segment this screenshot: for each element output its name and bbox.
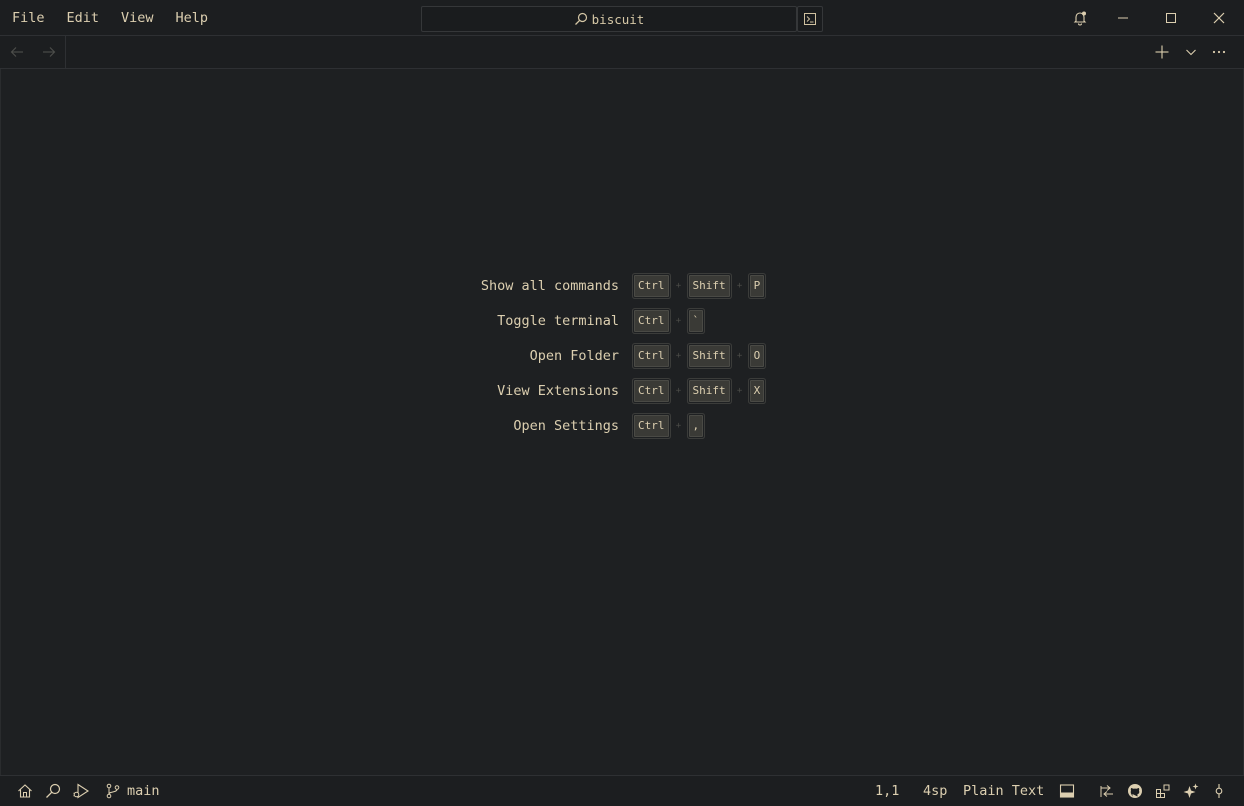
forward-button[interactable] [33,36,65,68]
toggle-panel-button[interactable] [1053,776,1081,806]
close-button[interactable] [1196,0,1242,36]
shortcut-label: Show all commands [480,277,619,294]
key-plus: + [675,280,682,291]
diff-button[interactable] [1093,776,1121,806]
shortcut-label: Toggle terminal [497,312,619,329]
shortcut-keys: Ctrl + ` [634,309,704,332]
shortcut-label: View Extensions [497,382,619,399]
key-plus: + [675,420,682,431]
notifications-button[interactable] [1057,0,1103,36]
minimize-icon [1117,12,1129,24]
shortcut-row-open-settings[interactable]: Open Settings Ctrl + , [0,408,1244,443]
shortcut-label: Open Settings [513,417,619,434]
arrow-left-icon [9,44,25,60]
key-plus: + [736,280,743,291]
github-button[interactable] [1121,776,1149,806]
key-cap: Ctrl [634,344,669,367]
tab-bar [0,36,1244,69]
status-bar: main 1,1 4sp Plain Text [0,775,1244,806]
sparkle-icon [1183,783,1199,799]
key-cap: ` [688,309,704,332]
new-tab-button[interactable] [1148,36,1176,68]
key-cap: Shift [688,379,730,402]
run-debug-button[interactable] [67,776,95,806]
search-text: biscuit [591,11,645,27]
key-cap: Ctrl [634,309,669,332]
key-cap: Ctrl [634,274,669,297]
back-button[interactable] [1,36,33,68]
commit-button[interactable] [1205,776,1233,806]
close-icon [1213,12,1225,24]
diff-arrows-icon [1099,783,1115,799]
command-search-bar[interactable]: biscuit [421,6,797,32]
nav-separator [65,36,66,68]
maximize-icon [1165,12,1177,24]
terminal-button[interactable] [797,6,823,32]
shortcut-keys: Ctrl + Shift + O [634,344,765,367]
indentation[interactable]: 4sp [923,776,947,806]
title-bar: File Edit View Help biscuit [0,0,1244,36]
search-button[interactable] [39,776,67,806]
plus-icon [1154,44,1170,60]
home-icon [17,783,33,799]
ellipsis-icon [1212,50,1226,54]
key-cap: , [688,414,704,437]
shortcut-row-view-extensions[interactable]: View Extensions Ctrl + Shift + X [0,373,1244,408]
chevron-down-icon [1185,46,1197,58]
key-cap: P [749,274,765,297]
shortcut-keys: Ctrl + Shift + X [634,379,765,402]
tab-list-button[interactable] [1177,36,1205,68]
run-debug-icon [72,783,90,799]
shortcut-row-open-folder[interactable]: Open Folder Ctrl + Shift + O [0,338,1244,373]
shortcut-label: Open Folder [529,347,619,364]
terminal-icon [803,12,817,26]
menu-view[interactable]: View [110,0,165,36]
key-cap: O [749,344,765,367]
shortcut-row-toggle-terminal[interactable]: Toggle terminal Ctrl + ` [0,303,1244,338]
panel-icon [1059,783,1075,799]
extensions-icon [1155,783,1171,799]
key-cap: X [749,379,765,402]
menu-file[interactable]: File [0,0,56,36]
menu-bar: File Edit View Help [0,0,219,36]
key-cap: Shift [688,344,730,367]
shortcut-keys: Ctrl + , [634,414,704,437]
menu-edit[interactable]: Edit [56,0,111,36]
branch-name[interactable]: main [127,776,160,806]
shortcut-keys: Ctrl + Shift + P [634,274,765,297]
ai-assistant-button[interactable] [1177,776,1205,806]
search-icon [45,783,61,799]
menu-help[interactable]: Help [165,0,220,36]
key-cap: Shift [688,274,730,297]
home-button[interactable] [11,776,39,806]
language-mode[interactable]: Plain Text [963,776,1044,806]
bell-icon [1072,10,1088,26]
key-plus: + [675,350,682,361]
search-icon [574,12,592,26]
git-commit-icon [1211,783,1227,799]
minimize-button[interactable] [1100,0,1146,36]
cursor-position[interactable]: 1,1 [875,776,899,806]
shortcut-row-show-commands[interactable]: Show all commands Ctrl + Shift + P [0,268,1244,303]
key-cap: Ctrl [634,379,669,402]
key-plus: + [736,385,743,396]
git-branch-icon [105,783,121,799]
key-plus: + [675,385,682,396]
github-icon [1127,783,1143,799]
source-control-button[interactable] [99,776,127,806]
key-plus: + [675,315,682,326]
more-actions-button[interactable] [1205,36,1233,68]
extensions-button[interactable] [1149,776,1177,806]
key-plus: + [736,350,743,361]
maximize-button[interactable] [1148,0,1194,36]
arrow-right-icon [41,44,57,60]
key-cap: Ctrl [634,414,669,437]
